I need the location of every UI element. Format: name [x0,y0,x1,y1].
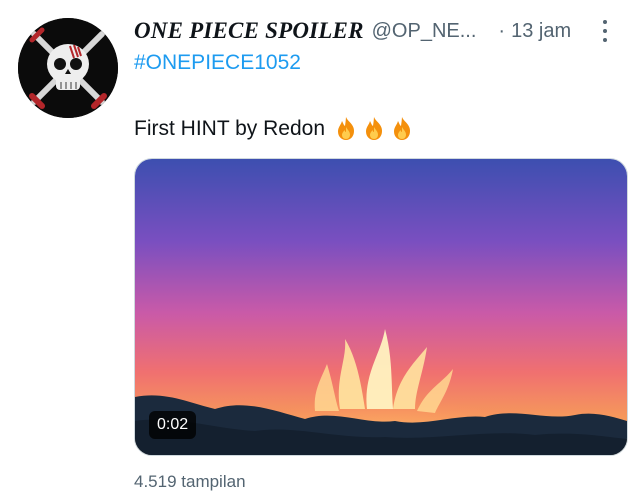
timestamp[interactable]: 13 jam [511,20,571,43]
video-duration: 0:02 [149,411,197,439]
tweet-header: ONE PIECE SPOILER @OP_NE... · 13 jam [134,16,622,46]
skull-crossbones-icon [18,18,118,118]
video-player[interactable]: 0:02 [134,158,628,456]
more-options-icon[interactable] [600,20,610,42]
emoji-group [333,116,415,142]
tweet-text: First HINT by Redon [134,117,325,140]
fire-icon [394,117,410,140]
hashtag-link[interactable]: #ONEPIECE1052 [134,51,301,75]
video-thumbnail [135,159,627,455]
tweet-card: ONE PIECE SPOILER @OP_NE... · 13 jam #ON… [0,0,640,502]
avatar[interactable] [18,18,118,118]
tweet-text-row: First HINT by Redon [134,116,415,142]
view-count: 4.519 tampilan [134,472,246,491]
fire-icon [366,117,382,140]
separator-dot: · [498,19,506,42]
fire-icon [338,117,354,140]
user-handle[interactable]: @OP_NE... [372,20,477,43]
display-name[interactable]: ONE PIECE SPOILER [134,18,364,44]
